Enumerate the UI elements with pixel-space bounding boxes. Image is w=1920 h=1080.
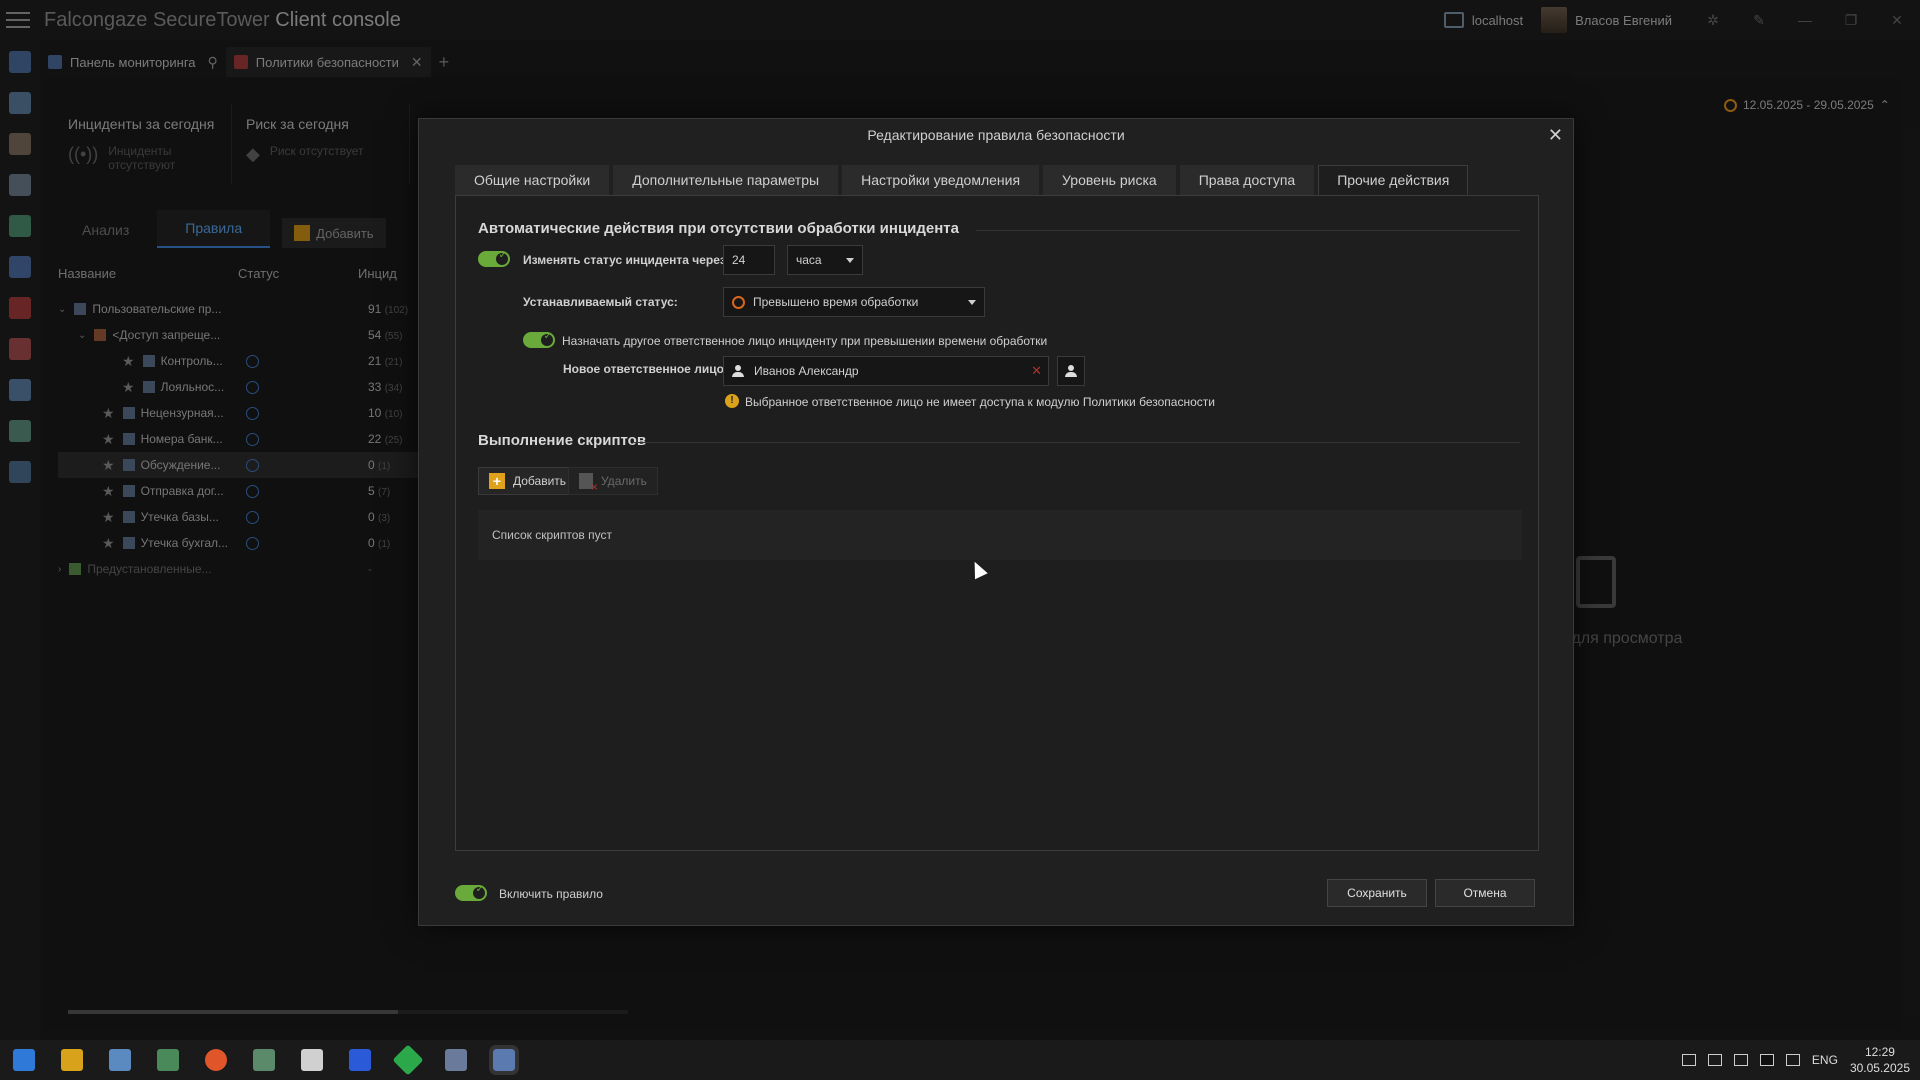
- cancel-button[interactable]: Отмена: [1435, 879, 1535, 907]
- app-icon[interactable]: [392, 1044, 424, 1076]
- chevron-down-icon: [846, 258, 854, 263]
- edit-rule-dialog: Редактирование правила безопасности ✕ Об…: [418, 118, 1574, 926]
- new-person-label: Новое ответственное лицо:: [563, 362, 728, 376]
- clock[interactable]: 12:29 30.05.2025: [1850, 1044, 1910, 1076]
- system-tray: ENG 12:29 30.05.2025: [1681, 1040, 1910, 1080]
- keyboard-icon[interactable]: [1681, 1054, 1696, 1066]
- tab-risk-level[interactable]: Уровень риска: [1043, 165, 1176, 195]
- app-icon[interactable]: [157, 1049, 179, 1071]
- scripts-list: Список скриптов пуст: [478, 510, 1522, 560]
- app-icon[interactable]: [445, 1049, 467, 1071]
- status-select[interactable]: Превышено время обработки: [723, 287, 985, 317]
- app-tray-icon[interactable]: [1759, 1054, 1774, 1066]
- clock-date: 30.05.2025: [1849, 1061, 1910, 1075]
- user-icon: [732, 365, 744, 377]
- clock-time: 12:29: [1864, 1045, 1895, 1059]
- hours-input-field[interactable]: [732, 253, 766, 267]
- app-icon[interactable]: [109, 1049, 131, 1071]
- monitor-tray-icon[interactable]: [1785, 1054, 1800, 1066]
- add-icon: +: [489, 473, 505, 489]
- document-app-icon[interactable]: [301, 1049, 323, 1071]
- reassign-label: Назначать другое ответственное лицо инци…: [562, 334, 1048, 348]
- section-title-auto-actions: Автоматические действия при отсутствии о…: [478, 220, 959, 237]
- windows-start-icon[interactable]: [13, 1049, 35, 1071]
- alarm-clock-icon: [732, 295, 745, 309]
- warning-icon: !: [725, 394, 739, 408]
- usb-icon[interactable]: [1707, 1054, 1722, 1066]
- delete-script-button[interactable]: Удалить: [568, 467, 658, 495]
- tab-additional-params[interactable]: Дополнительные параметры: [613, 165, 839, 195]
- firefox-icon[interactable]: [205, 1049, 227, 1071]
- dialog-title: Редактирование правила безопасности: [867, 127, 1125, 143]
- network-icon[interactable]: [1733, 1054, 1748, 1066]
- app-icon[interactable]: [349, 1049, 371, 1071]
- add-script-label: Добавить: [513, 474, 567, 488]
- file-explorer-icon[interactable]: [61, 1049, 83, 1071]
- delete-icon: [579, 473, 598, 494]
- taskbar: ENG 12:29 30.05.2025: [0, 1040, 1920, 1080]
- person-field-value: Иванов Александр: [754, 364, 859, 378]
- dialog-title-bar: Редактирование правила безопасности ✕: [419, 119, 1573, 151]
- close-icon[interactable]: ✕: [1548, 125, 1563, 146]
- delete-script-label: Удалить: [601, 474, 647, 488]
- change-status-label: Изменять статус инцидента через: [523, 253, 726, 267]
- set-status-label: Устанавливаемый статус:: [523, 295, 678, 309]
- app-icon[interactable]: [253, 1049, 275, 1071]
- clear-icon[interactable]: ✕: [1031, 363, 1042, 379]
- tab-content: Автоматические действия при отсутствии о…: [455, 195, 1539, 851]
- status-select-value: Превышено время обработки: [753, 295, 919, 309]
- section-title-scripts: Выполнение скриптов: [478, 432, 647, 449]
- chevron-down-icon: [968, 300, 976, 305]
- tab-notification-settings[interactable]: Настройки уведомления: [842, 165, 1040, 195]
- section-divider: [634, 442, 1520, 443]
- section-divider: [976, 230, 1520, 231]
- scripts-empty-text: Список скриптов пуст: [492, 528, 612, 542]
- warning-text: Выбранное ответственное лицо не имеет до…: [745, 395, 1215, 409]
- language-indicator[interactable]: ENG: [1812, 1053, 1838, 1067]
- securetower-icon[interactable]: [489, 1045, 519, 1075]
- tab-general-settings[interactable]: Общие настройки: [455, 165, 610, 195]
- tab-access-rights[interactable]: Права доступа: [1179, 165, 1315, 195]
- change-status-toggle[interactable]: [478, 250, 510, 267]
- enable-rule-toggle[interactable]: [455, 884, 487, 901]
- unit-select-value: часа: [796, 253, 822, 267]
- hours-input[interactable]: [723, 245, 775, 275]
- reassign-toggle[interactable]: [523, 331, 555, 348]
- user-icon: [1065, 365, 1077, 377]
- dialog-tabs: Общие настройки Дополнительные параметры…: [455, 165, 1469, 195]
- unit-select[interactable]: часа: [787, 245, 863, 275]
- tab-other-actions[interactable]: Прочие действия: [1318, 165, 1469, 195]
- add-script-button[interactable]: + Добавить: [478, 467, 578, 495]
- save-button[interactable]: Сохранить: [1327, 879, 1427, 907]
- pick-person-button[interactable]: [1057, 356, 1085, 386]
- enable-rule-label: Включить правило: [499, 887, 603, 901]
- person-field[interactable]: Иванов Александр ✕: [723, 356, 1049, 386]
